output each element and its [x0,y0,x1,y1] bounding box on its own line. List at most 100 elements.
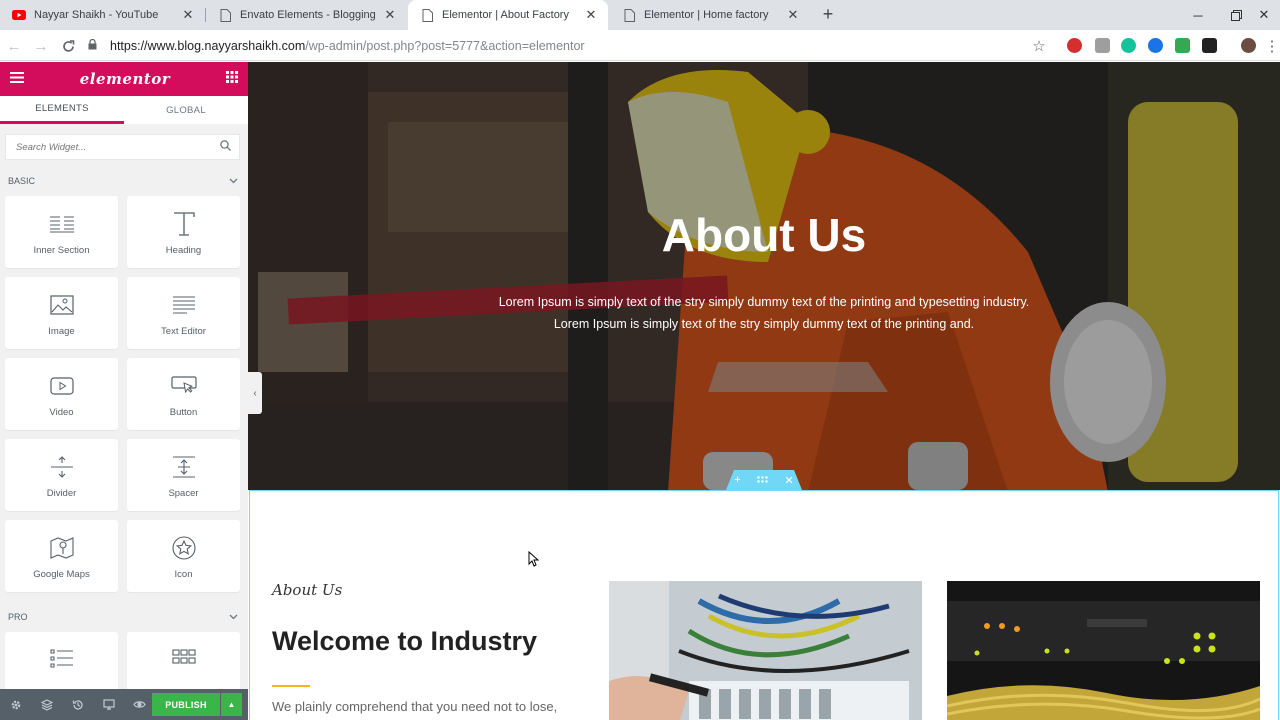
widget-divider[interactable]: Divider [5,439,118,511]
publish-options-caret-icon[interactable]: ▲ [221,693,242,716]
hero-text[interactable]: Lorem Ipsum is simply text of the stry s… [248,291,1280,335]
tab-title: Elementor | About Factory [442,9,569,21]
category-basic[interactable]: BASIC [0,166,248,196]
portfolio-icon [171,644,196,674]
back-icon[interactable]: ← [3,35,25,57]
close-window-button[interactable]: ✕ [1244,0,1280,30]
browser-tab-youtube[interactable]: Nayyar Shaikh - YouTube ✕ [0,0,205,30]
widget-grid: Inner Section Heading Image Text Editor … [0,196,248,592]
category-label: BASIC [8,176,36,186]
chevron-down-icon [229,176,238,186]
minimize-button[interactable]: ─ [1178,0,1218,30]
ext-icon[interactable] [1095,38,1110,53]
panel-header: elementor [0,62,248,96]
apps-grid-icon[interactable] [225,70,238,88]
welcome-heading[interactable]: Welcome to Industry [272,626,537,657]
bookmark-star-icon[interactable]: ☆ [1028,35,1050,57]
settings-gear-icon[interactable] [0,689,31,720]
publish-button[interactable]: PUBLISH [152,693,220,716]
spacer-icon [172,452,196,482]
widget-heading[interactable]: Heading [127,196,240,268]
elementor-panel: elementor ELEMENTS GLOBAL BASIC [0,62,248,720]
close-tab-icon[interactable]: ✕ [786,7,800,23]
hero-title[interactable]: About Us [248,208,1280,262]
delete-section-icon[interactable]: ✕ [785,474,794,487]
browser-tabstrip: Nayyar Shaikh - YouTube ✕ Envato Element… [0,0,1280,30]
about-subheading[interactable]: About Us [272,581,342,599]
close-tab-icon[interactable]: ✕ [383,7,397,23]
about-body-text[interactable]: We plainly comprehend that you need not … [272,699,557,714]
grammarly-icon[interactable] [1121,38,1136,53]
widget-text-editor[interactable]: Text Editor [127,277,240,349]
search-icon[interactable] [220,138,231,156]
text-editor-icon [172,290,196,320]
drag-handle-icon[interactable] [757,474,768,486]
widget-label: Spacer [168,487,199,499]
hero-text-line-1: Lorem Ipsum is simply text of the stry s… [498,295,1030,309]
add-section-icon[interactable]: + [734,474,740,486]
tab-elements[interactable]: ELEMENTS [0,96,124,124]
address-bar[interactable]: https://www.blog.nayyarshaikh.com/wp-adm… [88,34,1058,57]
tab-title: Elementor | Home factory [644,9,769,21]
preview-eye-icon[interactable] [124,689,155,720]
url-host: https://www.blog.nayyarshaikh.com [110,38,306,53]
browser-toolbar: ← → https://www.blog.nayyarshaikh.com/wp… [0,30,1280,61]
widget-icon[interactable]: Icon [127,520,240,592]
widget-label: Heading [165,244,202,256]
image-icon [49,290,74,320]
chevron-down-icon [229,612,238,622]
widget-video[interactable]: Video [5,358,118,430]
panel-footer: PUBLISH ▲ [0,689,248,720]
youtube-icon [12,8,26,22]
electrical-panel-image[interactable] [609,581,922,720]
responsive-desktop-icon[interactable] [93,689,124,720]
video-icon [49,371,74,401]
widget-label: Image [48,325,75,337]
navigator-layers-icon[interactable] [31,689,62,720]
reload-icon[interactable] [57,35,79,57]
hero-section[interactable]: About Us Lorem Ipsum is simply text of t… [248,62,1280,490]
panel-collapse-handle[interactable]: ‹ [248,372,262,414]
widget-label: Google Maps [33,568,90,580]
browser-tab-home-factory[interactable]: Elementor | Home factory ✕ [610,0,810,30]
widget-spacer[interactable]: Spacer [127,439,240,511]
divider-icon [50,452,74,482]
widget-label: Video [49,406,74,418]
about-section[interactable]: About Us Welcome to Industry We plainly … [249,490,1279,720]
profile-icon[interactable] [1241,38,1256,53]
inner-section-icon [49,209,75,239]
tab-title: Envato Elements - Blogging Tuto [240,9,377,21]
elementor-logo: elementor [79,70,171,88]
browser-tab-envato[interactable]: Envato Elements - Blogging Tuto ✕ [206,0,407,30]
forward-icon[interactable]: → [30,35,52,57]
close-tab-icon[interactable]: ✕ [584,7,598,23]
close-tab-icon[interactable]: ✕ [181,7,195,23]
menu-icon[interactable]: ⋮ [1265,35,1280,57]
new-tab-button[interactable]: + [818,4,838,24]
accent-divider [272,685,310,687]
widget-button[interactable]: Button [127,358,240,430]
button-icon [170,371,197,401]
page-icon [420,8,434,22]
widget-search [5,134,240,160]
abp-icon[interactable] [1067,38,1082,53]
server-rack-image[interactable] [947,581,1260,720]
section-handle: + ✕ [726,470,802,490]
tab-global[interactable]: GLOBAL [124,96,248,124]
search-input[interactable] [16,141,220,153]
browser-tab-about-factory[interactable]: Elementor | About Factory ✕ [408,0,608,30]
ext-blue-icon[interactable] [1148,38,1163,53]
widget-image[interactable]: Image [5,277,118,349]
history-icon[interactable] [62,689,93,720]
widget-inner-section[interactable]: Inner Section [5,196,118,268]
hamburger-icon[interactable] [10,70,24,88]
drive-icon[interactable] [1175,38,1190,53]
widget-label: Button [169,406,198,418]
category-label: PRO [8,612,28,622]
ext-dark-icon[interactable] [1202,38,1217,53]
url-path: /wp-admin/post.php?post=5777&action=elem… [305,38,585,53]
widget-google-maps[interactable]: Google Maps [5,520,118,592]
page-icon [622,8,636,22]
page-icon [218,8,232,22]
category-pro[interactable]: PRO [0,602,248,632]
